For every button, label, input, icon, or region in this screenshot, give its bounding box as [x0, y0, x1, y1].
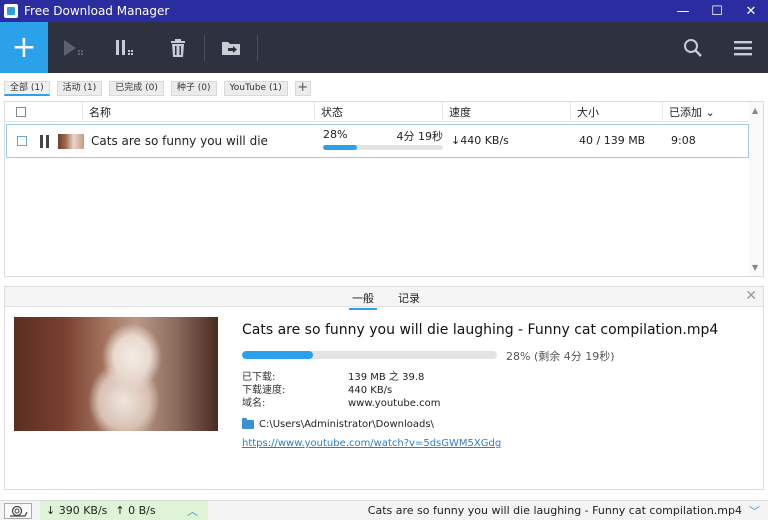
- downloaded-value: 139 MB 之 39.8: [348, 372, 425, 383]
- select-all-checkbox[interactable]: [16, 106, 26, 117]
- details-title: Cats are so funny you will die laughing …: [242, 322, 719, 338]
- row-progress-bar: [323, 145, 443, 150]
- speed-summary[interactable]: ↓ 390 KB/s ↑ 0 B/s ︿: [40, 501, 208, 520]
- domain-value: www.youtube.com: [348, 398, 441, 409]
- trash-icon: [171, 38, 185, 57]
- row-thumbnail: [58, 133, 84, 149]
- filter-active[interactable]: 活动 (1): [56, 80, 103, 96]
- speed-label: 下载速度:: [242, 385, 286, 396]
- source-link[interactable]: https://www.youtube.com/watch?v=5dsGWM5X…: [242, 438, 501, 449]
- pause-icon: [116, 39, 133, 55]
- scroll-up-icon[interactable]: ▲: [752, 106, 758, 115]
- folder-move-icon: [222, 41, 240, 55]
- row-eta: 4分 19秒: [396, 130, 444, 143]
- chevron-down-icon[interactable]: ﹀: [749, 503, 760, 519]
- toolbar-separator: [257, 34, 258, 61]
- column-name[interactable]: 名称: [83, 101, 315, 122]
- snail-icon: [10, 505, 28, 517]
- filter-completed[interactable]: 已完成 (0): [109, 80, 164, 96]
- details-progress-bar: [242, 351, 497, 359]
- table-row[interactable]: Cats are so funny you will die l... 28% …: [6, 124, 749, 158]
- filter-youtube[interactable]: YouTube (1): [223, 80, 288, 96]
- row-progress: 28% 4分 19秒: [323, 128, 443, 150]
- hamburger-menu-icon: [734, 40, 752, 55]
- details-progress-fill: [242, 351, 314, 359]
- delete-button[interactable]: [152, 22, 204, 73]
- row-size: 40 / 139 MB: [579, 134, 646, 147]
- details-info: 已下载: 139 MB 之 39.8 下载速度: 440 KB/s 域名: www.y…: [242, 371, 440, 410]
- search-button[interactable]: [668, 22, 718, 73]
- details-panel: 一般 记录 ✕ Cats are so funny you will die l…: [4, 286, 764, 490]
- row-added: 9:08: [671, 134, 696, 147]
- column-added[interactable]: 已添加 ⌄: [663, 102, 743, 122]
- domain-label: 域名:: [242, 398, 266, 409]
- play-icon: [64, 39, 83, 56]
- speed-value: 440 KB/s: [348, 385, 393, 396]
- pause-icon[interactable]: [40, 134, 49, 148]
- add-filter-button[interactable]: +: [294, 80, 311, 96]
- list-header: 名称 状态 速度 大小 已添加 ⌄: [5, 101, 763, 122]
- minimize-button[interactable]: —: [666, 0, 700, 22]
- list-scrollbar[interactable]: ▲ ▼: [749, 102, 763, 276]
- status-filename: Cats are so funny you will die laughing …: [367, 504, 742, 517]
- search-icon: [684, 38, 702, 57]
- download-folder[interactable]: C:\Users\Administrator\Downloads\: [242, 418, 434, 430]
- close-button[interactable]: ✕: [734, 0, 768, 22]
- scroll-down-icon[interactable]: ▼: [752, 263, 758, 272]
- row-checkbox[interactable]: [17, 136, 27, 146]
- row-progress-fill: [323, 145, 357, 150]
- tab-log[interactable]: 记录: [395, 290, 423, 308]
- app-icon: [4, 4, 18, 18]
- column-size[interactable]: 大小: [571, 101, 663, 122]
- download-list: 名称 状态 速度 大小 已添加 ⌄ Cats are so funny you …: [4, 101, 764, 277]
- row-name: Cats are so funny you will die l...: [91, 134, 271, 148]
- upload-speed: ↑ 0 B/s: [115, 504, 156, 517]
- title-bar: Free Download Manager — ☐ ✕: [0, 0, 768, 22]
- column-speed[interactable]: 速度: [443, 101, 571, 122]
- menu-button[interactable]: [718, 22, 768, 73]
- speed-limit-button[interactable]: [4, 503, 32, 519]
- folder-icon: [242, 418, 254, 429]
- video-thumbnail: [14, 317, 218, 431]
- filter-all[interactable]: 全部 (1): [4, 80, 50, 96]
- column-status[interactable]: 状态: [315, 101, 443, 122]
- tab-general[interactable]: 一般: [349, 290, 377, 310]
- move-button[interactable]: [205, 22, 257, 73]
- toolbar: +: [0, 22, 768, 73]
- row-speed: ↓440 KB/s: [451, 134, 509, 147]
- close-icon[interactable]: ✕: [745, 288, 757, 304]
- details-progress-text: 28% (剩余 4分 19秒): [506, 350, 615, 363]
- downloaded-label: 已下载:: [242, 372, 276, 383]
- details-tabs: 一般 记录 ✕: [5, 287, 763, 310]
- pause-button[interactable]: [100, 22, 152, 73]
- add-download-button[interactable]: +: [0, 22, 48, 73]
- filter-tabs: 全部 (1) 活动 (1) 已完成 (0) 种子 (0) YouTube (1)…: [0, 78, 768, 98]
- window-title: Free Download Manager: [24, 4, 170, 18]
- maximize-button[interactable]: ☐: [700, 0, 734, 22]
- download-speed: ↓ 390 KB/s: [46, 504, 108, 517]
- start-button[interactable]: [48, 22, 100, 73]
- folder-path[interactable]: C:\Users\Administrator\Downloads\: [259, 419, 434, 430]
- filter-torrents[interactable]: 种子 (0): [170, 80, 217, 96]
- chevron-up-icon[interactable]: ︿: [187, 503, 198, 519]
- status-bar: ↓ 390 KB/s ↑ 0 B/s ︿ Cats are so funny y…: [0, 500, 768, 520]
